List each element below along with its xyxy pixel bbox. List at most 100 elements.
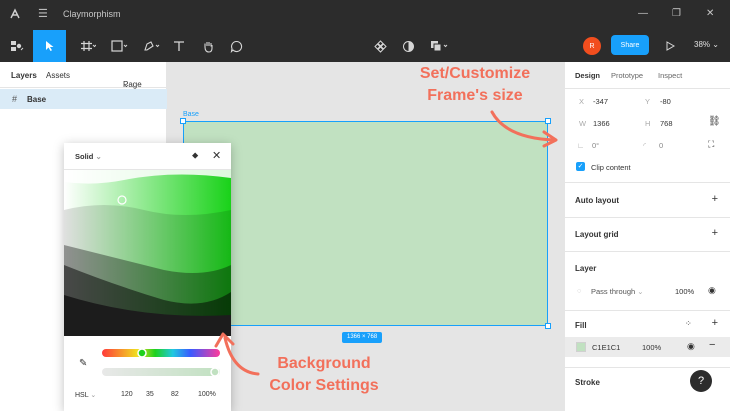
resize-handle-top-left[interactable] (180, 118, 186, 124)
hand-icon (203, 41, 213, 53)
hand-tool-button[interactable] (196, 30, 220, 62)
fill-row[interactable]: C1E1C1 100% ◉ − (565, 337, 730, 357)
annotation-line: Color Settings (269, 377, 379, 394)
layer-item-base[interactable]: # Base (0, 89, 167, 109)
mask-icon (402, 40, 414, 52)
y-label: Y (645, 97, 651, 106)
height-field[interactable]: 768 (660, 119, 673, 128)
constrain-proportions-icon[interactable]: ⛓ (708, 116, 721, 127)
blend-mode-icon: ◌ (577, 286, 582, 295)
close-icon[interactable]: ✕ (212, 149, 221, 162)
comment-icon (230, 40, 242, 53)
corner-radius-field[interactable]: 0 (659, 141, 663, 150)
fill-type-dropdown[interactable]: Solid ⌄ (75, 152, 102, 161)
x-field[interactable]: -347 (593, 97, 608, 106)
design-panel: Design Prototype Inspect X -347 Y -80 W … (564, 62, 730, 411)
chevron-down-icon: ⌄ (637, 287, 644, 296)
independent-corners-icon[interactable]: ⛶ (708, 139, 714, 150)
tab-inspect[interactable]: Inspect (658, 71, 682, 80)
shape-tool-button[interactable] (105, 30, 135, 62)
color-format-dropdown[interactable]: HSL ⌄ (75, 391, 96, 399)
add-auto-layout-button[interactable]: + (712, 193, 718, 205)
divider (565, 251, 730, 252)
auto-layout-heading: Auto layout (575, 196, 619, 205)
rotation-field[interactable]: 0° (592, 141, 599, 150)
fill-swatch[interactable] (576, 342, 586, 352)
fill-hex-field[interactable]: C1E1C1 (592, 343, 620, 352)
tab-assets[interactable]: Assets (46, 71, 70, 80)
present-button[interactable] (660, 30, 680, 62)
add-fill-button[interactable]: + (712, 317, 718, 329)
width-field[interactable]: 1366 (593, 119, 610, 128)
x-label: X (579, 97, 585, 106)
mask-button[interactable] (397, 30, 419, 62)
h-label: H (645, 119, 651, 128)
divider (565, 367, 730, 368)
style-icon[interactable]: ⬥ (192, 150, 198, 161)
divider (565, 217, 730, 218)
y-field[interactable]: -80 (660, 97, 671, 106)
move-tool-button[interactable] (33, 30, 66, 62)
frame-label[interactable]: Base (183, 111, 199, 118)
annotation-line: Background (277, 355, 371, 372)
tab-prototype[interactable]: Prototype (611, 71, 643, 80)
cursor-icon (45, 41, 53, 51)
saturation-value-area[interactable] (64, 170, 231, 336)
color-picker-header: Solid ⌄ ⬥ ✕ (64, 143, 231, 170)
rotation-icon: ∟ (577, 141, 585, 150)
annotation-arrow (214, 332, 260, 376)
title-bar: ☰ Claymorphism — ❐ ✕ (0, 0, 730, 30)
eye-icon[interactable]: ◉ (708, 285, 716, 296)
restore-button[interactable]: ❐ (672, 8, 681, 19)
lightness-field[interactable]: 82 (171, 391, 179, 398)
saturation-field[interactable]: 35 (146, 391, 154, 398)
chevron-down-icon: ⌄ (123, 80, 130, 89)
help-button[interactable]: ? (690, 370, 712, 392)
comment-tool-button[interactable] (224, 30, 248, 62)
eye-icon[interactable]: ◉ (687, 341, 695, 352)
chevron-down-icon: ⌄ (90, 392, 97, 399)
blend-mode-dropdown[interactable]: Pass through ⌄ (591, 287, 644, 296)
figma-logo-icon[interactable] (8, 7, 22, 26)
stroke-heading: Stroke (575, 378, 600, 387)
clip-content-checkbox[interactable]: ✓ (576, 162, 585, 171)
zoom-dropdown[interactable]: 38% ⌄ (694, 40, 719, 49)
base-frame[interactable] (183, 121, 548, 326)
left-panel-tabs: Layers Assets Page 1 ⌄ (0, 62, 167, 98)
corner-radius-icon: ◜ (643, 141, 646, 150)
resize-handle-bottom-right[interactable] (545, 323, 551, 329)
rectangle-icon (111, 40, 128, 52)
layer-opacity-field[interactable]: 100% (675, 287, 694, 296)
share-button[interactable]: Share (611, 35, 649, 55)
chevron-down-icon: ⌄ (712, 40, 719, 49)
frame-tool-button[interactable] (73, 30, 103, 62)
text-icon (174, 41, 184, 51)
components-button[interactable] (369, 30, 391, 62)
remove-fill-button[interactable]: − (709, 339, 715, 351)
pen-tool-button[interactable] (137, 30, 167, 62)
play-icon (666, 41, 675, 51)
add-layout-grid-button[interactable]: + (712, 227, 718, 239)
frame-layer-icon: # (12, 94, 18, 104)
fill-styles-icon[interactable]: ⁘ (685, 319, 692, 328)
boolean-button[interactable] (427, 30, 453, 62)
tab-design[interactable]: Design (575, 71, 600, 80)
tab-layers[interactable]: Layers (11, 71, 37, 80)
annotation-arrow (490, 110, 558, 148)
main-menu-icon[interactable]: ☰ (38, 7, 48, 20)
eyedropper-icon[interactable]: ✎ (79, 358, 87, 369)
hue-field[interactable]: 120 (121, 391, 133, 398)
text-tool-button[interactable] (168, 30, 190, 62)
main-menu-button[interactable] (2, 30, 32, 62)
alpha-field[interactable]: 100% (198, 391, 216, 398)
minimize-button[interactable]: — (638, 8, 648, 19)
fill-opacity-field[interactable]: 100% (642, 343, 661, 352)
fill-heading: Fill (575, 321, 587, 330)
user-avatar[interactable]: R (583, 37, 601, 55)
layer-name: Base (27, 95, 47, 104)
file-name[interactable]: Claymorphism (63, 9, 121, 19)
divider (565, 182, 730, 183)
close-window-button[interactable]: ✕ (706, 8, 714, 19)
background-color-annotation: Background Color Settings (258, 353, 390, 397)
annotation-line: Set/Customize (419, 65, 531, 82)
